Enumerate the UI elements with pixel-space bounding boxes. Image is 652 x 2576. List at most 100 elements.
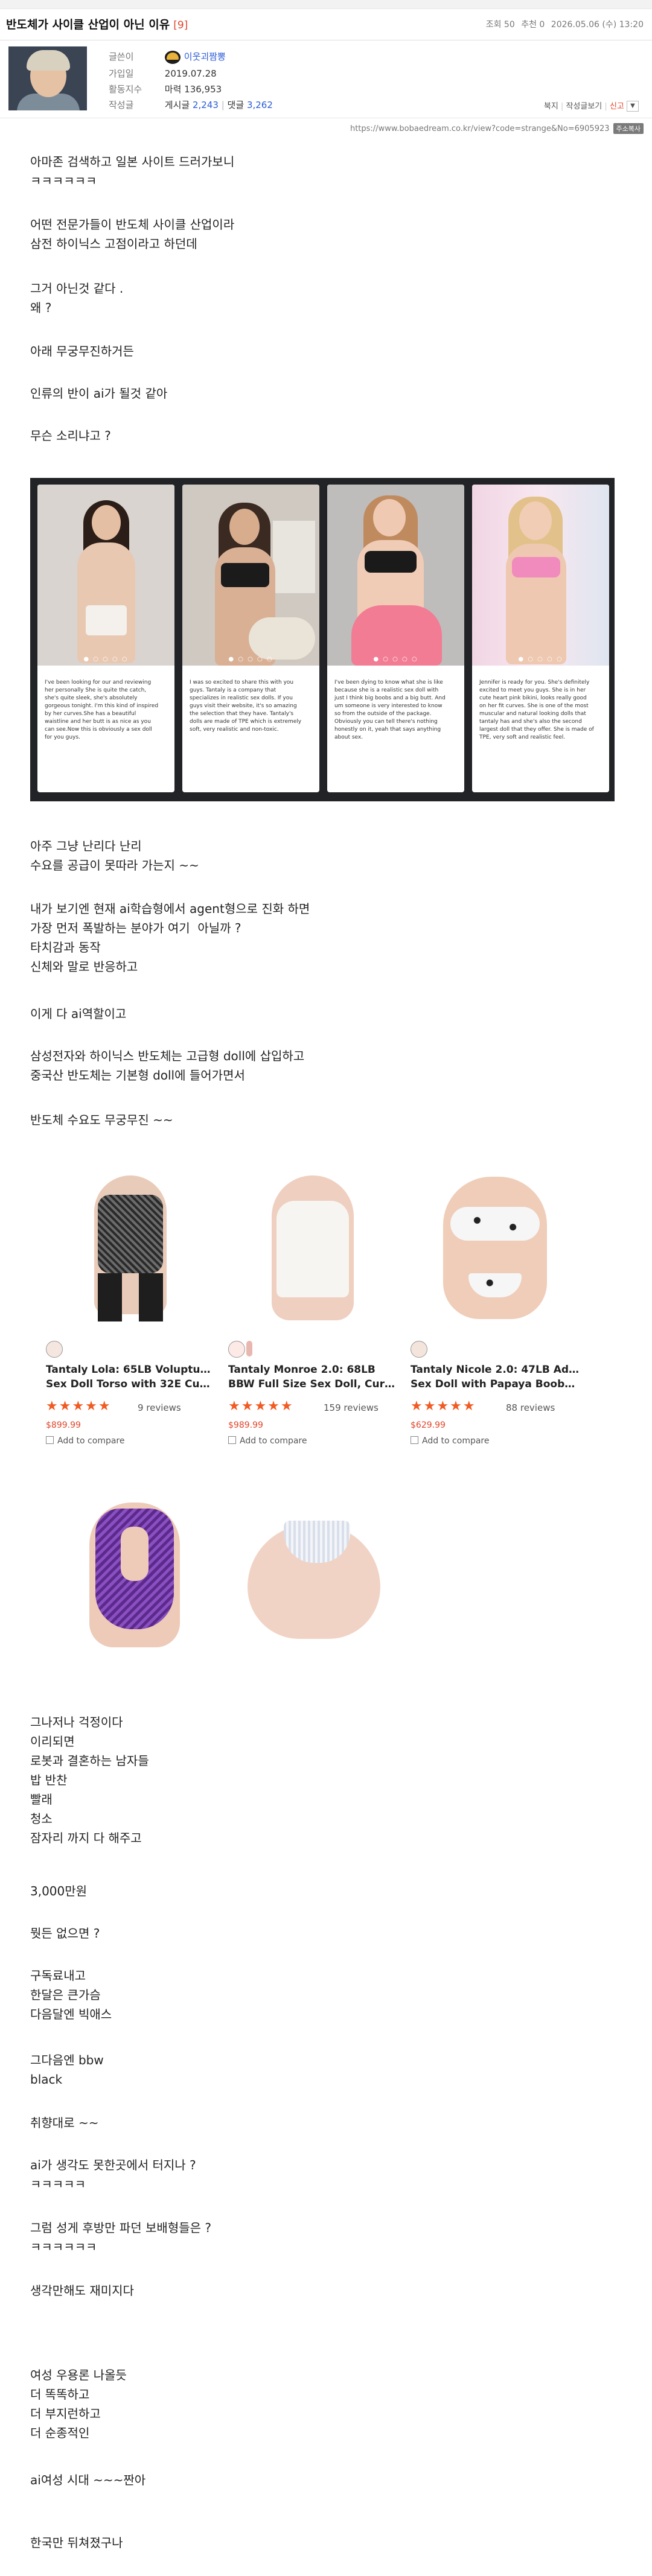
figure-head-shape bbox=[519, 501, 552, 540]
product-image[interactable] bbox=[46, 1171, 216, 1328]
separator: | bbox=[221, 100, 225, 110]
carousel-dots: ● ○ ○ ○ ○ bbox=[373, 656, 418, 663]
avatar[interactable] bbox=[8, 46, 87, 110]
posts-count[interactable]: 2,243 bbox=[193, 100, 219, 110]
posts-count-label: 게시글 bbox=[164, 100, 190, 110]
points-label: 활동지수 bbox=[109, 84, 142, 95]
torso-shape bbox=[443, 1177, 547, 1319]
lace-lingerie-shape bbox=[98, 1195, 163, 1273]
checkbox-icon[interactable] bbox=[46, 1436, 54, 1444]
carousel-dots: ● ○ ○ ○ ○ bbox=[228, 656, 273, 663]
body-paragraph: 한국만 뒤쳐졌구나 bbox=[30, 2536, 123, 2550]
product-price: $989.99 bbox=[228, 1420, 263, 1430]
product-image[interactable] bbox=[228, 1171, 398, 1328]
product-name[interactable]: Tantaly Lola: 65LB Voluptuous bbox=[46, 1363, 216, 1377]
figure-head-shape bbox=[373, 499, 406, 536]
body-paragraph: 그럼 성게 후방만 파던 보배형들은 ? ㅋㅋㅋㅋㅋㅋ bbox=[30, 2221, 212, 2254]
body-paragraph: 생각만해도 재미지다 bbox=[30, 2283, 134, 2298]
bikini-shape bbox=[512, 557, 560, 577]
product-name[interactable]: Sex Doll Torso with 32E Cup ... bbox=[46, 1377, 216, 1391]
body-paragraph: 구독료내고 한달은 큰가슴 다음달엔 빅애스 bbox=[30, 1968, 112, 2021]
figure-head-shape bbox=[229, 509, 260, 545]
body-paragraph: 내가 보기엔 현재 ai학습형에서 agent형으로 진화 하면 가장 먼저 폭… bbox=[30, 902, 310, 974]
add-to-compare-checkbox[interactable]: Add to compare bbox=[411, 1436, 490, 1446]
rating-stars-icon: ★★★★★ bbox=[228, 1399, 294, 1414]
body-paragraph: 반도체 수요도 무궁무진 ~~ bbox=[30, 1113, 173, 1127]
stocking-shape bbox=[139, 1273, 163, 1321]
add-to-compare-checkbox[interactable]: Add to compare bbox=[228, 1436, 307, 1446]
author-nickname[interactable]: 이웃괴짬뽕 bbox=[184, 51, 226, 62]
product-image[interactable] bbox=[241, 1506, 386, 1649]
report-link[interactable]: 신고 bbox=[610, 102, 624, 111]
product-price: $629.99 bbox=[411, 1420, 446, 1430]
post-url-row: https://www.bobaedream.co.kr/view?code=s… bbox=[350, 123, 644, 134]
avatar-hair-shape bbox=[27, 50, 70, 71]
author-posts-link[interactable]: 작성글보기 bbox=[566, 102, 602, 111]
carousel-card-description: Jennifer is ready for you. She's definit… bbox=[479, 679, 594, 740]
carousel-card-description: I was so excited to share this with you … bbox=[190, 679, 302, 733]
checkbox-icon[interactable] bbox=[411, 1436, 418, 1444]
compare-label[interactable]: Add to compare bbox=[57, 1436, 125, 1446]
review-count[interactable]: 159 reviews bbox=[324, 1402, 379, 1413]
compare-label[interactable]: Add to compare bbox=[240, 1436, 307, 1446]
product-name[interactable]: Sex Doll with Papaya Boobs... bbox=[411, 1377, 581, 1391]
carousel-photo: ● ○ ○ ○ ○ bbox=[182, 485, 319, 666]
author-writer-row: 글쓴이 이웃괴짬뽕 bbox=[109, 50, 226, 64]
bookmark-link[interactable]: 북지 bbox=[544, 102, 558, 111]
writer-label: 글쓴이 bbox=[109, 51, 134, 62]
comments-count[interactable]: 3,262 bbox=[247, 100, 273, 110]
view-count: 조회 50 bbox=[485, 20, 515, 30]
product-name[interactable]: BBW Full Size Sex Doll, Curv... bbox=[228, 1377, 398, 1391]
stocking-shape bbox=[98, 1273, 122, 1321]
white-dress-shape bbox=[276, 1201, 349, 1297]
body-paragraph: 인류의 반이 ai가 될것 같아 bbox=[30, 386, 168, 401]
body-paragraph: 여성 우용론 나올듯 더 똑똑하고 더 부지런하고 더 순종적인 bbox=[30, 2368, 127, 2440]
body-paragraph: ai여성 시대 ~~~짠아 bbox=[30, 2473, 146, 2487]
post-title-text: 반도체가 사이클 산업이 아닌 이유 bbox=[6, 18, 170, 31]
figure-body-shape bbox=[77, 542, 135, 663]
review-count[interactable]: 88 reviews bbox=[506, 1402, 555, 1413]
carousel-dots: ● ○ ○ ○ ○ bbox=[518, 656, 563, 663]
carousel-photo: ● ○ ○ ○ ○ bbox=[37, 485, 174, 666]
joined-label: 가입일 bbox=[109, 68, 134, 79]
product-price: $899.99 bbox=[46, 1420, 81, 1430]
neckline-cutout-shape bbox=[121, 1527, 149, 1581]
body-paragraph: 무슨 소리냐고 ? bbox=[30, 428, 111, 443]
more-dropdown-icon[interactable]: ▼ bbox=[627, 101, 639, 112]
top-shape bbox=[365, 551, 417, 573]
top-strip bbox=[0, 0, 652, 9]
body-paragraph: 취향대로 ~~ bbox=[30, 2116, 99, 2130]
author-points: 마력 136,953 bbox=[164, 84, 222, 95]
body-paragraph: 삼성전자와 하이닉스 반도체는 고급형 doll에 삽입하고 중국산 반도체는 … bbox=[30, 1049, 305, 1083]
carousel-card: ● ○ ○ ○ ○ I've been dying to know what s… bbox=[327, 485, 464, 792]
profile-links: 북지 | 작성글보기 | 신고 ▼ bbox=[544, 100, 639, 112]
body-paragraph: 그거 아닌것 같다 . 왜 ? bbox=[30, 281, 124, 315]
product-name[interactable]: Tantaly Nicole 2.0: 47LB Adult bbox=[411, 1363, 581, 1377]
author-points-row: 활동지수 마력 136,953 bbox=[109, 83, 222, 95]
add-to-compare-checkbox[interactable]: Add to compare bbox=[46, 1436, 125, 1446]
body-paragraph: 뭣든 없으면 ? bbox=[30, 1926, 100, 1941]
comment-count[interactable]: [9] bbox=[173, 19, 188, 31]
review-count[interactable]: 9 reviews bbox=[138, 1402, 181, 1413]
posts-label: 작성글 bbox=[109, 100, 134, 110]
product-image[interactable] bbox=[411, 1171, 581, 1328]
post-title: 반도체가 사이클 산업이 아닌 이유 [9] bbox=[6, 16, 188, 32]
post-datetime: 2026.05.06 (수) 13:20 bbox=[551, 20, 644, 30]
carousel-card-description: I've been looking for our and reviewing … bbox=[45, 679, 159, 740]
checkbox-icon[interactable] bbox=[228, 1436, 236, 1444]
post-meta: 조회 50 추천 0 2026.05.06 (수) 13:20 bbox=[482, 18, 644, 30]
post-url[interactable]: https://www.bobaedream.co.kr/view?code=s… bbox=[350, 124, 610, 133]
carousel-photo: ● ○ ○ ○ ○ bbox=[327, 485, 464, 666]
product-name[interactable]: Tantaly Monroe 2.0: 68LB bbox=[228, 1363, 398, 1377]
carousel-card-description: I've been dying to know what she is like… bbox=[334, 679, 446, 740]
copy-url-button[interactable]: 주소복사 bbox=[613, 123, 644, 134]
body-paragraph: ai가 생각도 못한곳에서 터지나 ? ㅋㅋㅋㅋㅋ bbox=[30, 2158, 196, 2192]
carousel-card: ● ○ ○ ○ ○ I was so excited to share this… bbox=[182, 485, 319, 792]
figure-head-shape bbox=[92, 505, 121, 540]
rating-stars-icon: ★★★★★ bbox=[46, 1399, 112, 1414]
product-image[interactable] bbox=[71, 1503, 198, 1653]
compare-label[interactable]: Add to compare bbox=[422, 1436, 490, 1446]
product-review-carousel-image: ● ○ ○ ○ ○ I've been looking for our and … bbox=[30, 478, 615, 801]
carousel-card: ● ○ ○ ○ ○ Jennifer is ready for you. She… bbox=[472, 485, 609, 792]
body-paragraph: 아마존 검색하고 일본 사이트 드러가보니 ㅋㅋㅋㅋㅋㅋ bbox=[30, 154, 235, 188]
